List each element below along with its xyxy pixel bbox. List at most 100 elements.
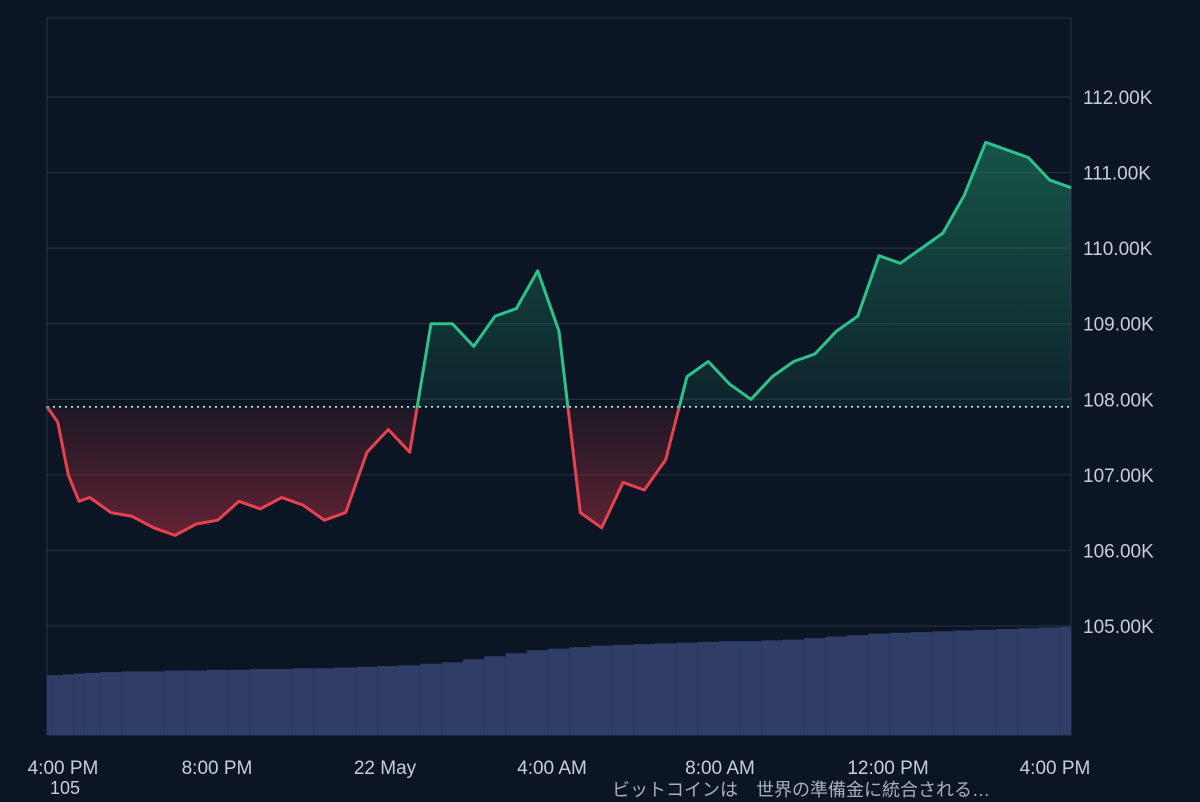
price-point-30: [643, 489, 645, 491]
volume-bar-6: [121, 671, 143, 735]
y-tick-label-0: 105.00K: [1083, 617, 1154, 638]
price-point-18: [387, 429, 389, 431]
price-point-40: [857, 315, 859, 317]
y-tick-label-5: 110.00K: [1083, 239, 1153, 260]
volume-bar-46: [975, 629, 997, 735]
price-point-7: [153, 527, 155, 529]
volume-bar-40: [847, 635, 869, 735]
y-tick-label-6: 111.00K: [1083, 164, 1151, 185]
price-point-29: [622, 481, 624, 483]
price-point-5: [110, 512, 112, 514]
x-tick-label-3: 4:00 AM: [517, 758, 587, 779]
volume-bar-42: [889, 632, 911, 735]
volume-bar-49: [1039, 627, 1061, 735]
volume-bar-11: [228, 669, 250, 735]
price-point-35: [750, 398, 752, 400]
price-point-9: [195, 523, 197, 525]
price-point-44: [942, 232, 944, 234]
price-point-50: [1070, 187, 1072, 189]
volume-bar-27: [569, 647, 591, 735]
price-point-8: [174, 534, 176, 536]
x-tick-label-0: 4:00 PM: [28, 758, 99, 779]
price-point-26: [558, 330, 560, 332]
price-point-48: [1027, 156, 1029, 158]
price-point-22: [473, 345, 475, 347]
price-point-38: [814, 353, 816, 355]
volume-bar-18: [377, 666, 399, 735]
volume-bars: [47, 626, 1071, 735]
price-point-34: [729, 383, 731, 385]
volume-bar-21: [441, 662, 463, 735]
y-tick-label-4: 109.00K: [1083, 315, 1154, 336]
price-point-31: [665, 459, 667, 461]
price-point-10: [217, 519, 219, 521]
volume-bar-28: [591, 645, 613, 735]
price-point-12: [259, 508, 261, 510]
y-tick-label-2: 107.00K: [1083, 466, 1154, 487]
volume-bar-20: [420, 663, 442, 735]
price-point-2: [67, 474, 69, 476]
volume-bar-10: [207, 669, 229, 735]
volume-bar-36: [761, 640, 783, 735]
price-point-45: [963, 194, 965, 196]
volume-bar-14: [292, 668, 314, 735]
volume-bar-44: [932, 631, 954, 735]
x-tick-label-1: 8:00 PM: [182, 758, 253, 779]
volume-bar-26: [548, 648, 570, 735]
volume-bar-31: [655, 643, 677, 735]
volume-bar-43: [911, 632, 933, 735]
volume-bar-50: [1060, 626, 1071, 735]
price-point-20: [430, 323, 432, 325]
volume-bar-41: [868, 633, 890, 735]
volume-bar-3: [73, 673, 85, 735]
volume-bar-8: [164, 670, 186, 735]
price-point-6: [131, 515, 133, 517]
price-point-3: [78, 500, 80, 502]
price-point-47: [1006, 149, 1008, 151]
price-point-37: [793, 361, 795, 362]
y-tick-label-1: 106.00K: [1083, 541, 1154, 562]
volume-bar-4: [84, 672, 101, 735]
price-point-21: [451, 323, 453, 325]
volume-bar-37: [783, 639, 805, 735]
price-point-11: [238, 500, 240, 502]
volume-bar-45: [953, 630, 975, 735]
volume-bar-29: [612, 644, 634, 735]
price-point-14: [302, 504, 304, 506]
price-point-1: [57, 421, 59, 423]
price-point-27: [579, 512, 581, 514]
price-point-19: [409, 451, 411, 453]
volume-bar-17: [356, 666, 378, 735]
volume-bar-25: [527, 650, 549, 735]
footer-news-ticker[interactable]: ビットコインは 世界の準備金に統合される…: [612, 776, 990, 802]
volume-bar-19: [399, 665, 421, 735]
volume-bar-30: [633, 644, 655, 735]
price-point-25: [537, 270, 539, 272]
price-point-4: [89, 497, 91, 499]
price-point-24: [515, 308, 517, 310]
volume-bar-32: [676, 642, 698, 735]
price-point-46: [985, 141, 987, 143]
volume-bar-13: [271, 669, 293, 735]
volume-bar-23: [484, 656, 506, 735]
price-point-41: [878, 255, 880, 257]
volume-bar-34: [719, 641, 741, 735]
volume-bar-0: [47, 675, 53, 735]
x-tick-label-2: 22 May: [354, 758, 417, 779]
x-tick-label-6: 4:00 PM: [1020, 758, 1091, 779]
volume-bar-7: [143, 671, 165, 735]
price-point-15: [323, 519, 325, 521]
volume-bar-15: [313, 668, 335, 735]
volume-bar-39: [825, 636, 847, 735]
volume-bar-1: [52, 675, 63, 735]
volume-bar-5: [100, 672, 122, 735]
volume-bar-47: [996, 629, 1018, 735]
volume-bar-48: [1017, 628, 1039, 735]
y-axis-ticks: 105.00K 106.00K 107.00K 108.00K 109.00K 110.0…: [1083, 88, 1154, 638]
price-chart: 105.00K 106.00K 107.00K 108.00K 109.00K 110.0…: [28, 17, 1154, 779]
price-point-42: [899, 262, 901, 264]
price-point-49: [1049, 179, 1051, 181]
volume-bar-9: [185, 670, 207, 735]
price-point-23: [494, 315, 496, 317]
price-point-28: [601, 527, 603, 529]
